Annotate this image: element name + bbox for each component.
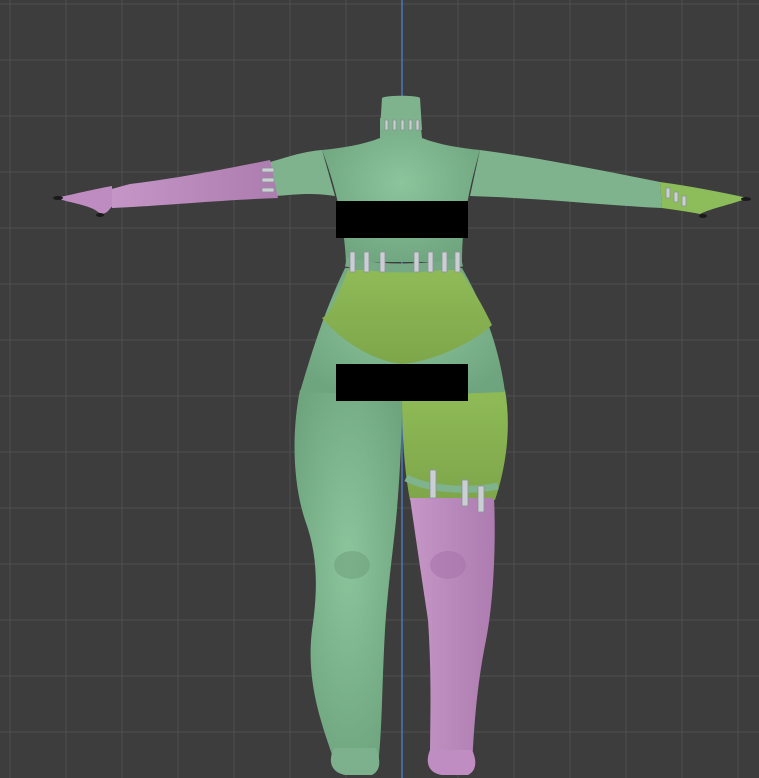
right-knee-shade xyxy=(430,551,466,579)
3d-viewport[interactable] xyxy=(0,0,759,778)
right-foot xyxy=(427,750,476,775)
censor-bar-groin xyxy=(336,364,468,401)
left-foot xyxy=(330,748,380,775)
left-knee-shade xyxy=(334,551,370,579)
censor-bar-chest xyxy=(336,201,468,238)
